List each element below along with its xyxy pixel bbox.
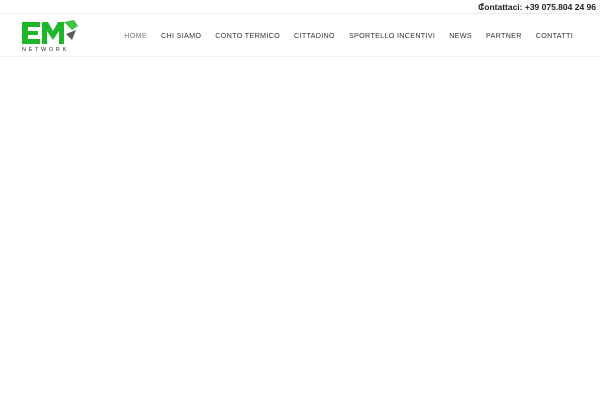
- site-header: NETWORK HOME CHI SIAMO CONTO TERMICO CIT…: [0, 15, 600, 57]
- main-nav: HOME CHI SIAMO CONTO TERMICO CITTADINO S…: [117, 15, 600, 57]
- nav-conto-termico[interactable]: CONTO TERMICO: [208, 15, 287, 57]
- nav-cittadino[interactable]: CITTADINO: [287, 15, 342, 57]
- nav-chi-siamo[interactable]: CHI SIAMO: [154, 15, 208, 57]
- logo-graphic: NETWORK: [22, 20, 78, 53]
- nav-contatti[interactable]: CONTATTI: [529, 15, 600, 57]
- main-content: [0, 58, 600, 400]
- nav-news[interactable]: NEWS: [442, 15, 479, 57]
- site-logo[interactable]: NETWORK: [20, 18, 84, 54]
- top-bar: f Contattaci: +39 075.804 24 96: [0, 0, 600, 14]
- contact-phone: Contattaci: +39 075.804 24 96: [478, 2, 596, 12]
- nav-sportello-incentivi[interactable]: SPORTELLO INCENTIVI: [342, 15, 442, 57]
- svg-text:NETWORK: NETWORK: [22, 47, 69, 53]
- nav-home[interactable]: HOME: [117, 15, 154, 57]
- nav-partner[interactable]: PARTNER: [479, 15, 529, 57]
